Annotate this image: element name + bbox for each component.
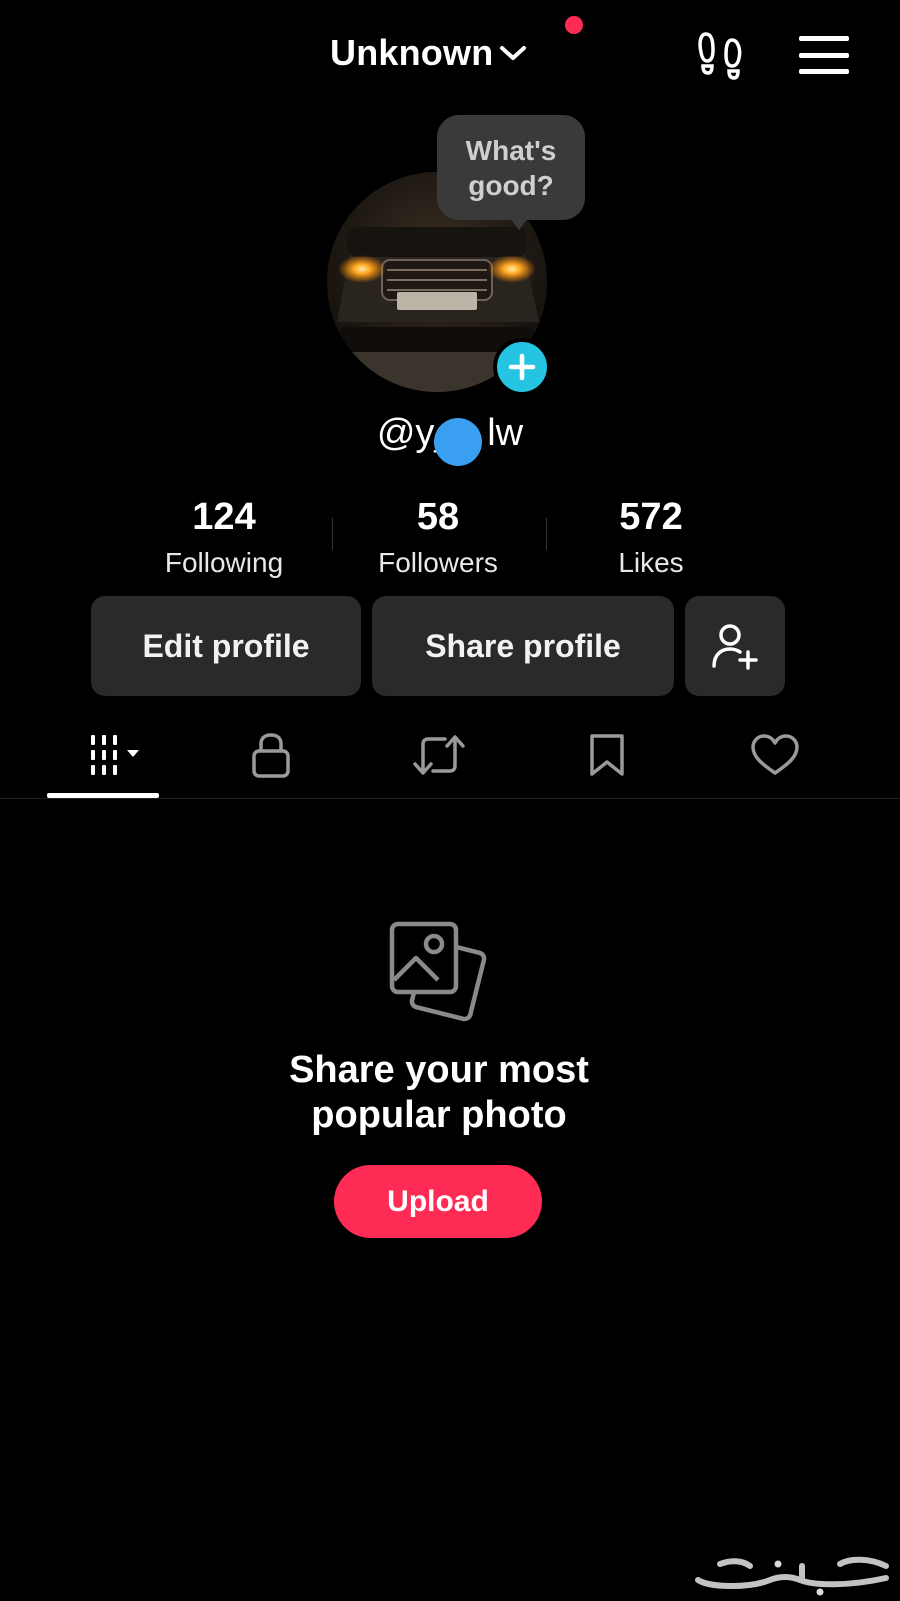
redaction-dot: [434, 418, 482, 466]
notification-dot: [565, 16, 583, 34]
repost-icon: [413, 735, 465, 775]
tab-liked[interactable]: [719, 725, 831, 785]
stat-likes[interactable]: 572 Likes: [541, 492, 761, 580]
watermark-logo: [695, 1556, 889, 1596]
stat-value: 124: [192, 496, 256, 538]
stat-value: 58: [416, 496, 460, 538]
tab-reposts[interactable]: [383, 725, 495, 785]
tabs-divider: [0, 798, 900, 799]
stat-followers[interactable]: 58 Followers: [328, 492, 548, 580]
share-profile-button[interactable]: Share profile: [372, 596, 674, 696]
plus-icon: [508, 353, 536, 381]
page-title: Unknown: [330, 32, 494, 73]
stat-value: 572: [619, 496, 683, 538]
edit-profile-button[interactable]: Edit profile: [91, 596, 361, 696]
add-story-button[interactable]: [493, 338, 551, 396]
tab-favorites[interactable]: [551, 725, 663, 785]
note-bubble[interactable]: What's good?: [437, 115, 585, 220]
empty-state-line2: popular photo: [311, 1094, 567, 1136]
photos-icon: [389, 921, 487, 1022]
empty-state-line1: Share your most: [289, 1049, 589, 1091]
videos-grid-icon: [91, 735, 139, 775]
stat-label: Following: [164, 547, 284, 578]
stat-label: Likes: [618, 547, 684, 578]
account-switcher[interactable]: Unknown: [330, 28, 527, 78]
lock-icon: [252, 733, 290, 778]
bookmark-icon: [590, 734, 624, 776]
stat-label: Followers: [378, 547, 498, 578]
add-friend-button[interactable]: [685, 596, 785, 696]
hamburger-menu-icon[interactable]: [799, 36, 849, 74]
add-user-icon: [712, 624, 758, 670]
upload-button[interactable]: Upload: [334, 1165, 542, 1238]
tab-private[interactable]: [215, 725, 327, 785]
footprint-icon[interactable]: [698, 30, 744, 80]
note-bubble-line1: What's: [465, 135, 557, 166]
chevron-down-icon: [500, 46, 527, 60]
empty-state-message: Share your most popular photo: [0, 1048, 878, 1138]
note-bubble-line2: good?: [468, 170, 554, 201]
heart-icon: [751, 734, 799, 775]
tab-videos[interactable]: [47, 725, 159, 785]
note-bubble-tail: [510, 218, 528, 230]
stat-following[interactable]: 124 Following: [114, 492, 334, 580]
